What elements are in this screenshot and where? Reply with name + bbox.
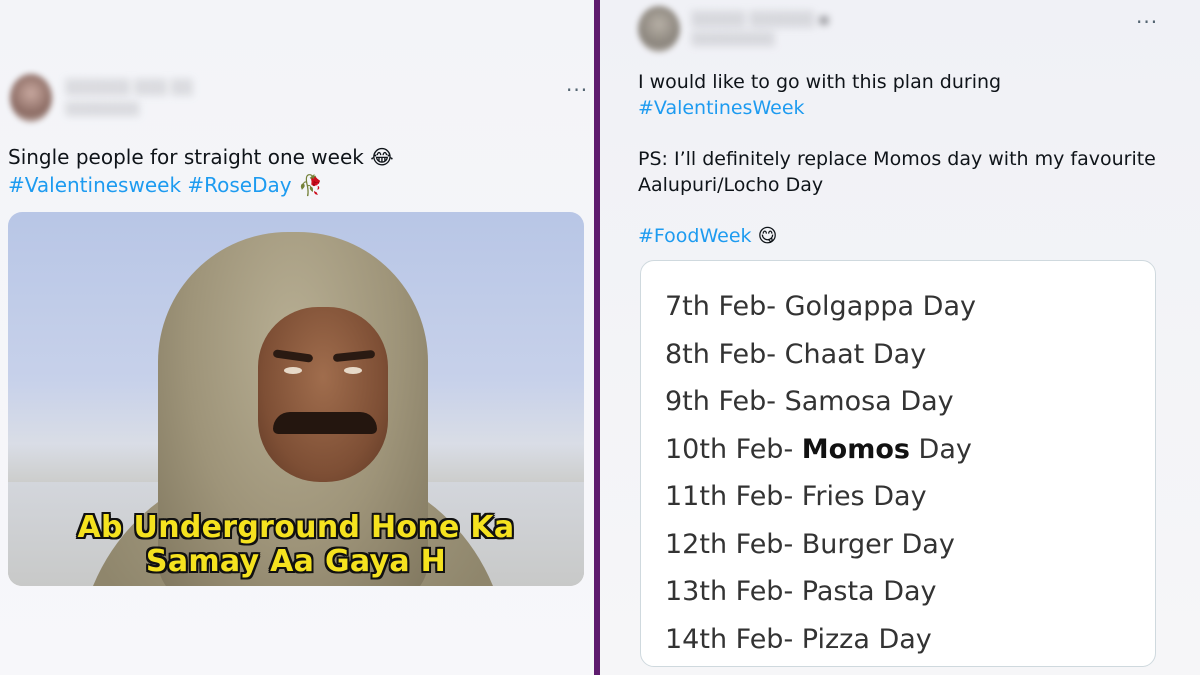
food-row-suffix: Day (901, 529, 955, 560)
hashtag-foodweek-line: #FoodWeek 😋 (638, 223, 777, 250)
right-tweet: ░░░░░ ░░░░░░ ▪ ░░░░░░░░░ ··· I would lik… (600, 0, 1200, 675)
food-week-row: 10th Feb- Momos Day (665, 434, 972, 465)
blurred-display-name[interactable]: ░░░░░ ░░░░░░ ▪ (692, 12, 829, 28)
food-row-date: 9th Feb- (665, 386, 777, 417)
meme-caption-line-2: Samay Aa Gaya H (145, 544, 447, 579)
meme-caption-line-1: Ab Underground Hone Ka (77, 510, 515, 545)
avatar[interactable] (638, 6, 680, 52)
food-row-date: 11th Feb- (665, 481, 794, 512)
more-options-button[interactable]: ··· (566, 80, 588, 100)
food-row-suffix: Day (900, 386, 954, 417)
blurred-username[interactable]: ░░░░░░░░ (66, 102, 140, 116)
tears-of-joy-emoji-icon: 😂 (370, 145, 394, 169)
food-row-item: Samosa (784, 386, 892, 417)
left-tweet: ░░░░░░ ░░░ ░░ ░░░░░░░░ ··· Single people… (0, 0, 594, 675)
food-row-suffix: Day (872, 339, 927, 370)
meme-mustache (273, 412, 377, 434)
wilted-rose-emoji-icon: 🥀 (297, 173, 323, 197)
tweet-text-line: I would like to go with this plan during (638, 71, 1002, 93)
food-week-row: 12th Feb- Burger Day (665, 529, 955, 560)
tweet-text-line: Single people for straight one week (8, 145, 364, 169)
food-row-item: Pizza (801, 624, 870, 655)
hashtags: #Valentinesweek #RoseDay 🥀 (8, 172, 323, 199)
food-row-item-bold: Momos (801, 434, 910, 465)
more-options-button[interactable]: ··· (1136, 12, 1158, 32)
hashtag-roseday[interactable]: #RoseDay (187, 173, 291, 197)
hashtag-valentinesweek[interactable]: #ValentinesWeek (638, 95, 805, 122)
food-week-row: 8th Feb- Chaat Day (665, 339, 926, 370)
food-row-item: Fries (801, 481, 865, 512)
meme-left-eye (284, 367, 302, 374)
hashtag-foodweek[interactable]: #FoodWeek (638, 225, 752, 247)
food-week-row: 9th Feb- Samosa Day (665, 386, 954, 417)
food-row-suffix: Day (922, 291, 976, 322)
food-week-image[interactable]: 7th Feb- Golgappa Day 8th Feb- Chaat Day… (640, 260, 1156, 667)
tweet-text: Single people for straight one week 😂 (8, 144, 394, 171)
food-row-item: Chaat (784, 339, 865, 370)
food-row-date: 8th Feb- (665, 339, 777, 370)
hashtag-valentinesweek[interactable]: #Valentinesweek (8, 173, 181, 197)
food-row-item: Pasta (801, 576, 875, 607)
food-week-row: 13th Feb- Pasta Day (665, 576, 937, 607)
blurred-display-name[interactable]: ░░░░░░ ░░░ ░░ (66, 80, 193, 96)
meme-right-eye (344, 367, 362, 374)
food-row-suffix: Day (878, 624, 932, 655)
ps-line-2: Aalupuri/Locho Day (638, 174, 824, 196)
food-week-row: 14th Feb- Pizza Day (665, 624, 932, 655)
food-row-suffix: Day (918, 434, 972, 465)
food-row-date: 10th Feb- (665, 434, 794, 465)
food-row-date: 13th Feb- (665, 576, 794, 607)
yum-face-emoji-icon: 😋 (757, 225, 778, 247)
meme-image[interactable]: Ab Underground Hone Ka Samay Aa Gaya H (8, 212, 584, 586)
food-row-suffix: Day (883, 576, 937, 607)
food-row-suffix: Day (873, 481, 927, 512)
food-week-row: 7th Feb- Golgappa Day (665, 291, 976, 322)
food-week-row: 11th Feb- Fries Day (665, 481, 927, 512)
food-row-date: 12th Feb- (665, 529, 794, 560)
food-row-date: 14th Feb- (665, 624, 794, 655)
food-row-item: Golgappa (784, 291, 915, 322)
avatar[interactable] (10, 74, 52, 122)
meme-face (258, 307, 388, 482)
food-row-date: 7th Feb- (665, 291, 777, 322)
blurred-username[interactable]: ░░░░░░░░░ (692, 32, 775, 46)
ps-line-1: PS: I’ll definitely replace Momos day wi… (638, 148, 1156, 170)
food-row-item: Burger (801, 529, 893, 560)
